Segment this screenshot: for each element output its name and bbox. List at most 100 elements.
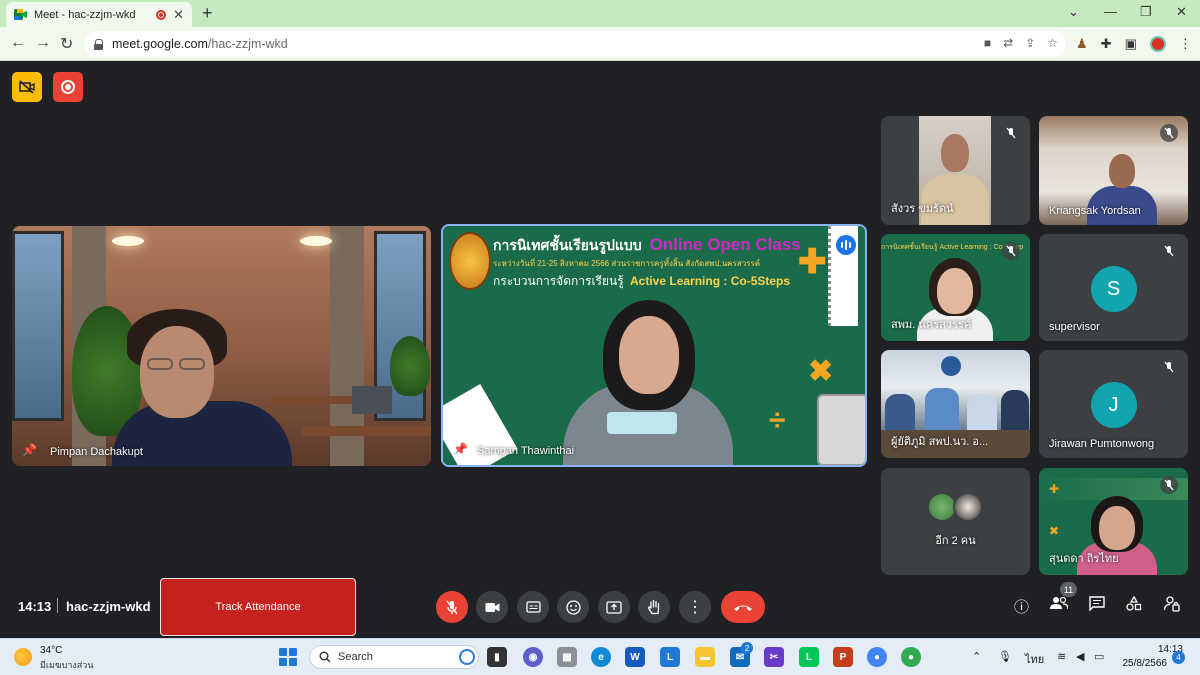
video-off-icon bbox=[19, 80, 35, 94]
volume-icon[interactable]: ◀ bbox=[1076, 650, 1084, 663]
participant-tile-sampan[interactable]: การนิเทศชั้นเรียนรูปแบบ Online Open Clas… bbox=[441, 224, 867, 467]
reload-button[interactable]: ↻ bbox=[60, 34, 73, 54]
hang-up-icon bbox=[734, 605, 752, 611]
camera-permission-icon[interactable]: ■ bbox=[984, 36, 991, 50]
participant-tile-others[interactable]: อีก 2 คน bbox=[881, 468, 1030, 575]
muted-mic-icon bbox=[1160, 242, 1178, 260]
participant-tile-pimpan[interactable]: 📌 Pimpan Dachakupt bbox=[12, 226, 431, 466]
snipping-tool-icon[interactable]: ✂ bbox=[764, 647, 784, 667]
participant-name: สุนดดา ถิรไทย bbox=[1049, 553, 1119, 565]
bookmark-star-icon[interactable]: ☆ bbox=[1047, 36, 1058, 50]
extensions-puzzle-icon[interactable]: ✚ bbox=[1101, 36, 1112, 52]
search-icon bbox=[319, 651, 331, 663]
new-tab-button[interactable]: + bbox=[202, 3, 213, 24]
extension-avatar-icon[interactable]: ♟ bbox=[1076, 36, 1088, 52]
present-screen-button[interactable] bbox=[598, 591, 630, 623]
weather-condition[interactable]: มีเมฆบางส่วน bbox=[40, 658, 93, 672]
minimize-button[interactable]: — bbox=[1104, 4, 1117, 19]
microphone-tray-icon[interactable]: 🎙 bbox=[998, 650, 1012, 663]
task-view-icon[interactable]: ▮ bbox=[487, 647, 507, 667]
camera-off-indicator[interactable] bbox=[12, 72, 42, 102]
weather-sun-cloud-icon[interactable] bbox=[14, 648, 32, 666]
chat-icon[interactable] bbox=[1089, 596, 1105, 615]
profile-avatar[interactable] bbox=[1149, 36, 1166, 52]
participant-name: Kriangsak Yordsan bbox=[1049, 205, 1141, 217]
tab-title: Meet - hac-zzjm-wkd bbox=[34, 8, 136, 21]
windows-start-button[interactable] bbox=[279, 648, 297, 666]
host-controls-lock-icon[interactable] bbox=[1163, 596, 1180, 616]
teams-chat-icon[interactable]: ◉ bbox=[523, 647, 543, 667]
pin-icon[interactable]: 📌 bbox=[453, 442, 468, 456]
banner-process-th: กระบวนการจัดการเรียนรู้ bbox=[493, 274, 624, 288]
forward-button[interactable]: → bbox=[35, 34, 51, 52]
avatar: J bbox=[1090, 382, 1137, 428]
captions-button[interactable] bbox=[517, 591, 549, 623]
browser-menu-icon[interactable]: ⋮ bbox=[1179, 36, 1192, 52]
participant-tile-grid-5[interactable]: ผู้ยัติภูมิ สพป.นว. อ... bbox=[881, 350, 1030, 458]
camera-toggle-button[interactable] bbox=[476, 591, 508, 623]
file-app-icon[interactable]: ▦ bbox=[557, 647, 577, 667]
l-app-icon[interactable]: L bbox=[660, 647, 680, 667]
participant-name: Pimpan Dachakupt bbox=[50, 446, 143, 458]
file-explorer-icon[interactable]: ▬ bbox=[695, 647, 715, 667]
participant-name: Sampan Thawinthai bbox=[477, 445, 575, 457]
more-options-button[interactable]: ⋮ bbox=[679, 591, 711, 623]
pin-icon[interactable]: 📌 bbox=[22, 443, 37, 457]
taskbar-date[interactable]: 25/8/2566 bbox=[1122, 658, 1168, 669]
back-button[interactable]: ← bbox=[10, 34, 26, 52]
participant-tile-jirawan[interactable]: J Jirawan Pumtonwong bbox=[1039, 350, 1188, 458]
closed-captions-icon bbox=[525, 601, 541, 613]
banner-process-en: Active Learning : Co-5Steps bbox=[630, 274, 791, 288]
meeting-code: hac-zzjm-wkd bbox=[66, 599, 151, 614]
share-icon[interactable]: ⇪ bbox=[1025, 36, 1035, 50]
edge-browser-icon[interactable]: e bbox=[591, 647, 611, 667]
battery-icon[interactable]: ▭ bbox=[1094, 650, 1104, 663]
address-bar[interactable]: meet.google.com/hac-zzjm-wkd ■ ⇄ ⇪ ☆ bbox=[84, 31, 1066, 57]
activities-icon[interactable] bbox=[1126, 595, 1142, 615]
participant-name: สพม. นครสวรรค์ bbox=[891, 319, 972, 331]
raise-hand-icon bbox=[647, 599, 660, 615]
leave-call-button[interactable] bbox=[721, 591, 765, 623]
input-language[interactable]: ไทย bbox=[1025, 650, 1044, 668]
recording-indicator[interactable] bbox=[53, 72, 83, 102]
url-host: meet.google.com bbox=[112, 37, 208, 51]
show-hidden-icons-button[interactable]: ⌃ bbox=[972, 650, 981, 663]
taskbar-search-box[interactable]: Search bbox=[309, 645, 479, 669]
participant-name: supervisor bbox=[1049, 321, 1100, 333]
reactions-button[interactable] bbox=[557, 591, 589, 623]
chrome-icon[interactable]: ● bbox=[867, 647, 887, 667]
wifi-icon[interactable]: ≋ bbox=[1057, 650, 1066, 663]
tab-search-icon[interactable]: ⌄ bbox=[1068, 4, 1079, 20]
video-camera-icon bbox=[485, 602, 499, 612]
muted-mic-icon bbox=[1160, 124, 1178, 142]
tab-close-icon[interactable]: ✕ bbox=[173, 7, 184, 23]
microphone-toggle-button[interactable] bbox=[436, 591, 468, 623]
muted-mic-icon bbox=[1002, 242, 1020, 260]
participant-tile-grid-1[interactable]: สังวร ขมรัตน์ bbox=[881, 116, 1030, 225]
line-app-icon[interactable]: L bbox=[799, 647, 819, 667]
translate-icon[interactable]: ⇄ bbox=[1003, 36, 1013, 50]
banner-title-th: การนิเทศชั้นเรียนรูปแบบ bbox=[493, 237, 642, 253]
mic-off-icon bbox=[446, 600, 458, 614]
muted-mic-icon bbox=[1160, 476, 1178, 494]
participant-tile-grid-3[interactable]: การนิเทศชั้นเรียนรู้ Active Learning : C… bbox=[881, 234, 1030, 341]
track-attendance-button[interactable]: Track Attendance bbox=[160, 578, 356, 636]
banner-title-en: Online Open Class bbox=[649, 235, 801, 254]
meeting-details-info-icon[interactable]: ⓘ bbox=[1014, 596, 1029, 617]
lock-icon[interactable] bbox=[94, 38, 104, 50]
word-icon[interactable]: W bbox=[625, 647, 645, 667]
chrome-profile-icon[interactable]: ● bbox=[901, 647, 921, 667]
powerpoint-icon[interactable]: P bbox=[833, 647, 853, 667]
participant-tile-supervisor[interactable]: S supervisor bbox=[1039, 234, 1188, 341]
participant-tile-grid-8[interactable]: ✚ ✖ สุนดดา ถิรไทย bbox=[1039, 468, 1188, 575]
side-panel-icon[interactable]: ▣ bbox=[1125, 36, 1137, 52]
notification-badge[interactable]: 4 bbox=[1172, 651, 1185, 664]
weather-temperature[interactable]: 34°C bbox=[40, 645, 62, 656]
windows-taskbar: 34°C มีเมฆบางส่วน Search ▮ ◉ ▦ e W L ▬ ✉… bbox=[0, 638, 1200, 675]
close-window-button[interactable]: ✕ bbox=[1176, 4, 1187, 20]
raise-hand-button[interactable] bbox=[638, 591, 670, 623]
restore-button[interactable]: ❐ bbox=[1140, 4, 1152, 20]
participant-tile-grid-2[interactable]: Kriangsak Yordsan bbox=[1039, 116, 1188, 225]
browser-tab-meet[interactable]: Meet - hac-zzjm-wkd ✕ bbox=[6, 2, 192, 27]
people-icon[interactable] bbox=[1050, 596, 1069, 614]
